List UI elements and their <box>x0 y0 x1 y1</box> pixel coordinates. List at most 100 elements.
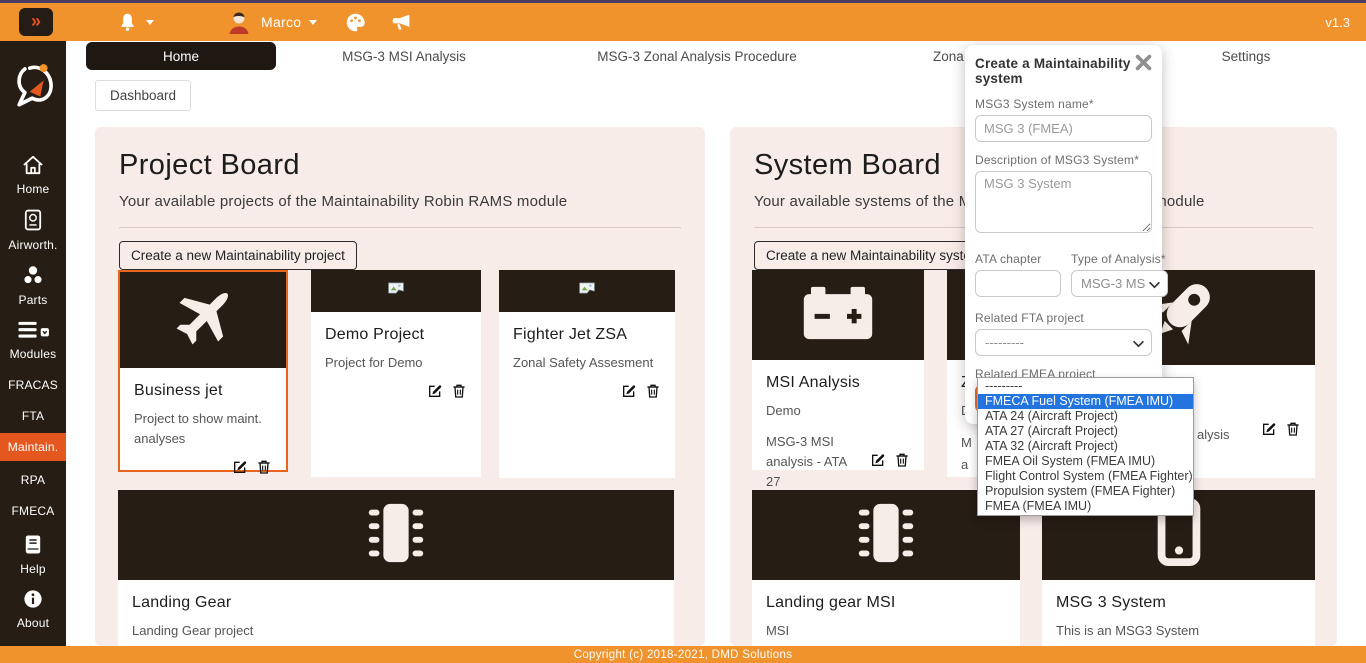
sidebar-item-airworthiness[interactable]: Airworth. <box>0 209 66 252</box>
trash-icon[interactable] <box>1285 421 1301 442</box>
system-name-input[interactable] <box>975 115 1152 142</box>
tab-msg3-zonal-analysis-procedure[interactable]: MSG-3 Zonal Analysis Procedure <box>597 49 797 64</box>
project-card-business-jet[interactable]: Business jet Project to show maint. anal… <box>118 270 288 472</box>
trash-icon[interactable] <box>894 452 910 473</box>
card-description: Zonal Safety Assesment <box>513 353 661 373</box>
parts-icon <box>22 265 44 289</box>
announcements-megaphone-icon[interactable] <box>390 12 413 33</box>
sidebar-item-fracas[interactable]: FRACAS <box>0 378 66 392</box>
project-board-title: Project Board <box>119 149 705 182</box>
sidebar-item-fmeca[interactable]: FMECA <box>0 504 66 518</box>
dropdown-option[interactable]: FMEA (FMEA IMU) <box>978 499 1193 514</box>
sidebar: Home Airworth. Parts Modules FRACAS FTA … <box>0 41 66 646</box>
sidebar-item-parts[interactable]: Parts <box>0 265 66 307</box>
divider <box>119 227 681 228</box>
sidebar-item-label: FMECA <box>12 504 55 518</box>
sidebar-item-label: Maintain. <box>8 440 59 454</box>
footer: Copyright (c) 2018-2021, DMD Solutions <box>0 646 1366 663</box>
related-fta-select[interactable]: --------- <box>975 329 1152 356</box>
modal-title: Create a Maintainability system <box>975 53 1135 86</box>
project-card-fighter-jet-zsa[interactable]: Fighter Jet ZSA Zonal Safety Assesment <box>499 270 675 478</box>
analysis-type-select[interactable]: MSG-3 MS <box>1071 270 1168 297</box>
create-project-button[interactable]: Create a new Maintainability project <box>119 241 357 270</box>
sidebar-item-about[interactable]: About <box>0 589 66 630</box>
sidebar-item-maintainability[interactable]: Maintain. <box>0 433 66 461</box>
system-description-textarea[interactable] <box>975 171 1152 233</box>
analysis-type-label: Type of Analysis* <box>1071 252 1168 266</box>
ata-chapter-input[interactable] <box>975 270 1061 297</box>
card-image <box>120 272 286 368</box>
edit-icon[interactable] <box>621 383 637 404</box>
dropdown-option[interactable]: ATA 32 (Aircraft Project) <box>978 439 1193 454</box>
sidebar-item-label: Help <box>20 562 45 576</box>
sidebar-item-help[interactable]: Help <box>0 534 66 576</box>
notifications-bell-icon[interactable] <box>117 12 138 33</box>
passport-icon <box>24 209 42 234</box>
sidebar-item-rpa[interactable]: RPA <box>0 473 66 487</box>
card-title: Business jet <box>134 382 272 400</box>
battery-icon <box>802 284 874 347</box>
card-title: Landing gear MSI <box>766 594 1006 612</box>
sidebar-item-label: Home <box>17 182 50 196</box>
card-title: MSG 3 System <box>1056 594 1301 612</box>
user-avatar[interactable] <box>226 9 252 35</box>
dropdown-option[interactable]: --------- <box>978 379 1193 394</box>
edit-icon[interactable] <box>232 459 248 480</box>
trash-icon[interactable] <box>451 383 467 404</box>
edit-icon[interactable] <box>427 383 443 404</box>
card-title: Landing Gear <box>132 594 660 612</box>
system-card-msi-analysis[interactable]: MSI Analysis Demo MSG-3 MSI analysis - A… <box>752 270 924 470</box>
project-card-landing-gear[interactable]: Landing Gear Landing Gear project <box>118 490 674 646</box>
edit-icon[interactable] <box>1261 421 1277 442</box>
close-icon[interactable] <box>1135 54 1152 76</box>
top-accent-strip <box>0 0 1366 3</box>
dropdown-option[interactable]: ATA 24 (Aircraft Project) <box>978 409 1193 424</box>
dropdown-option[interactable]: ATA 27 (Aircraft Project) <box>978 424 1193 439</box>
user-menu-caret-icon[interactable] <box>309 20 317 25</box>
username-label[interactable]: Marco <box>261 14 301 30</box>
tab-settings[interactable]: Settings <box>1222 49 1271 64</box>
project-card-demo-project[interactable]: Demo Project Project for Demo <box>311 270 481 477</box>
sidebar-item-home[interactable]: Home <box>0 155 66 196</box>
fmea-project-dropdown: --------- FMECA Fuel System (FMEA IMU) A… <box>977 377 1194 516</box>
card-description-2: MSG-3 MSI analysis - ATA 27 <box>766 432 858 492</box>
dropdown-option[interactable]: FMEA Oil System (FMEA IMU) <box>978 454 1193 469</box>
dropdown-option[interactable]: Flight Control System (FMEA Fighter) <box>978 469 1193 484</box>
card-image <box>752 270 924 360</box>
theme-palette-icon[interactable] <box>345 12 366 33</box>
tab-msg3-msi-analysis[interactable]: MSG-3 MSI Analysis <box>342 49 466 64</box>
trash-icon[interactable] <box>645 383 661 404</box>
sidebar-item-label: FRACAS <box>8 378 58 392</box>
edit-icon[interactable] <box>870 452 886 473</box>
dropdown-option-selected[interactable]: FMECA Fuel System (FMEA IMU) <box>978 394 1193 409</box>
plane-icon <box>165 280 241 361</box>
microchip-icon <box>357 498 435 573</box>
app-version-label: v1.3 <box>1325 15 1350 30</box>
tab-dashboard[interactable]: Dashboard <box>95 80 191 111</box>
project-board-panel: Project Board Your available projects of… <box>95 127 705 646</box>
notifications-caret-icon[interactable] <box>146 20 154 25</box>
tab-zonal-partial[interactable]: Zona <box>933 49 964 64</box>
sidebar-item-modules[interactable]: Modules <box>0 320 66 361</box>
card-title: Demo Project <box>325 326 467 344</box>
card-actions <box>513 383 661 404</box>
tab-home[interactable]: Home <box>86 42 276 70</box>
dropdown-option[interactable]: Propulsion system (FMEA Fighter) <box>978 484 1193 499</box>
card-body: MSG 3 System This is an MSG3 System <box>1042 580 1315 646</box>
card-actions <box>134 459 272 480</box>
app-window: » Marco v1.3 Home <box>0 0 1366 663</box>
card-actions <box>325 383 467 404</box>
card-title: MSI Analysis <box>766 374 910 392</box>
chevron-down-icon <box>1149 276 1160 291</box>
create-system-button[interactable]: Create a new Maintainability system <box>754 241 994 270</box>
related-fta-label: Related FTA project <box>975 311 1152 325</box>
modules-bars-icon <box>16 320 50 343</box>
card-description: This is an MSG3 System <box>1056 621 1301 641</box>
ata-chapter-label: ATA chapter <box>975 252 1061 266</box>
sidebar-item-fta[interactable]: FTA <box>0 409 66 423</box>
sidebar-toggle-button[interactable]: » <box>19 8 53 36</box>
sidebar-item-label: RPA <box>21 473 45 487</box>
card-actions <box>870 452 910 473</box>
trash-icon[interactable] <box>256 459 272 480</box>
robin-logo <box>7 57 59 120</box>
